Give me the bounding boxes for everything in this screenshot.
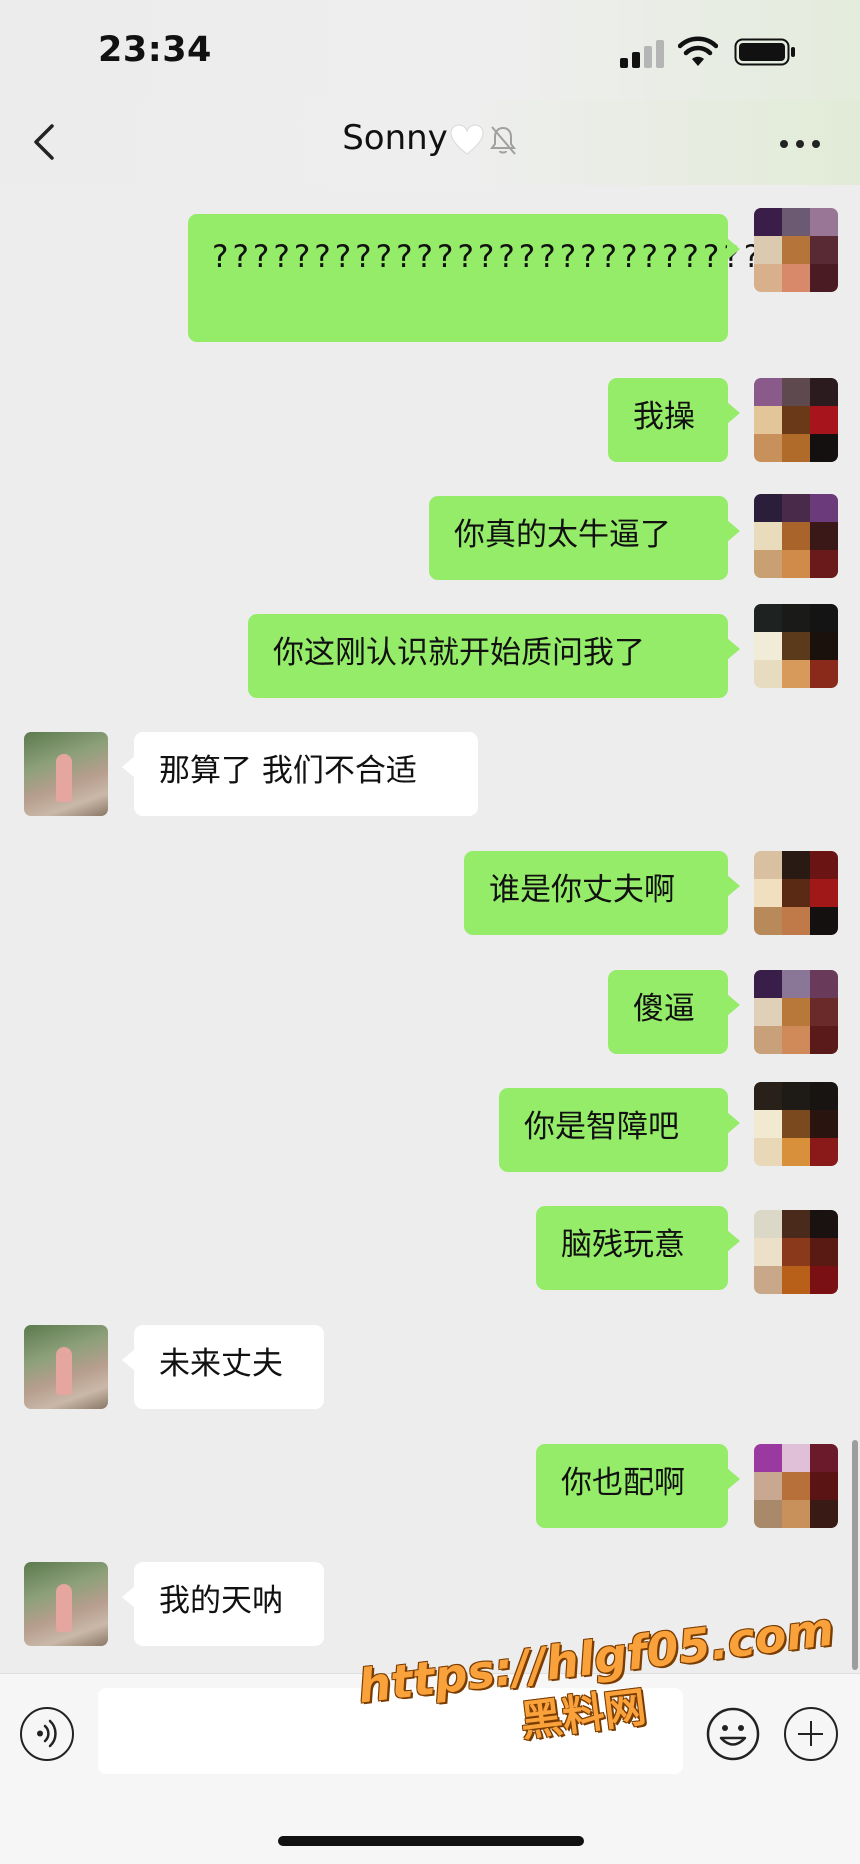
wifi-icon <box>678 36 718 66</box>
status-bar: 23:34 <box>0 0 860 100</box>
message-bubble[interactable]: 脑残玩意 <box>536 1206 740 1290</box>
message-bubble[interactable]: 傻逼 <box>608 970 740 1054</box>
message-bubble[interactable]: 你真的太牛逼了 <box>429 496 740 580</box>
message-bubble[interactable]: 那算了 我们不合适 <box>122 732 478 816</box>
cellular-signal-icon <box>620 40 666 68</box>
my-avatar[interactable] <box>754 1444 838 1528</box>
contact-avatar[interactable] <box>24 1562 108 1646</box>
my-avatar[interactable] <box>754 970 838 1054</box>
message-bubble[interactable]: ??????????????????????????? <box>188 214 760 342</box>
white-heart-icon <box>450 123 484 155</box>
scrollbar[interactable] <box>852 1440 858 1670</box>
message-bubble[interactable]: 我的天呐 <box>122 1562 324 1646</box>
contact-avatar[interactable] <box>24 732 108 816</box>
message-bubble[interactable]: 你也配啊 <box>536 1444 740 1528</box>
contact-avatar[interactable] <box>24 1325 108 1409</box>
message-bubble[interactable]: 未来丈夫 <box>122 1325 324 1409</box>
my-avatar[interactable] <box>754 604 838 688</box>
my-avatar[interactable] <box>754 378 838 462</box>
my-avatar[interactable] <box>754 494 838 578</box>
more-options-icon[interactable] <box>780 136 824 150</box>
status-time: 23:34 <box>98 30 212 70</box>
my-avatar[interactable] <box>754 1210 838 1294</box>
home-indicator <box>278 1836 584 1846</box>
my-avatar[interactable] <box>754 208 838 292</box>
message-bubble[interactable]: 谁是你丈夫啊 <box>464 851 740 935</box>
muted-bell-icon <box>489 125 516 155</box>
my-avatar[interactable] <box>754 851 838 935</box>
contact-name: Sonny <box>342 118 448 158</box>
chat-title: Sonny <box>0 118 860 158</box>
voice-input-icon[interactable] <box>20 1707 74 1761</box>
chat-header: Sonny <box>0 100 860 185</box>
message-bubble[interactable]: 你是智障吧 <box>499 1088 740 1172</box>
battery-icon <box>734 38 795 66</box>
message-bubble[interactable]: 你这刚认识就开始质问我了 <box>248 614 740 698</box>
message-bubble[interactable]: 我操 <box>608 378 740 462</box>
my-avatar[interactable] <box>754 1082 838 1166</box>
